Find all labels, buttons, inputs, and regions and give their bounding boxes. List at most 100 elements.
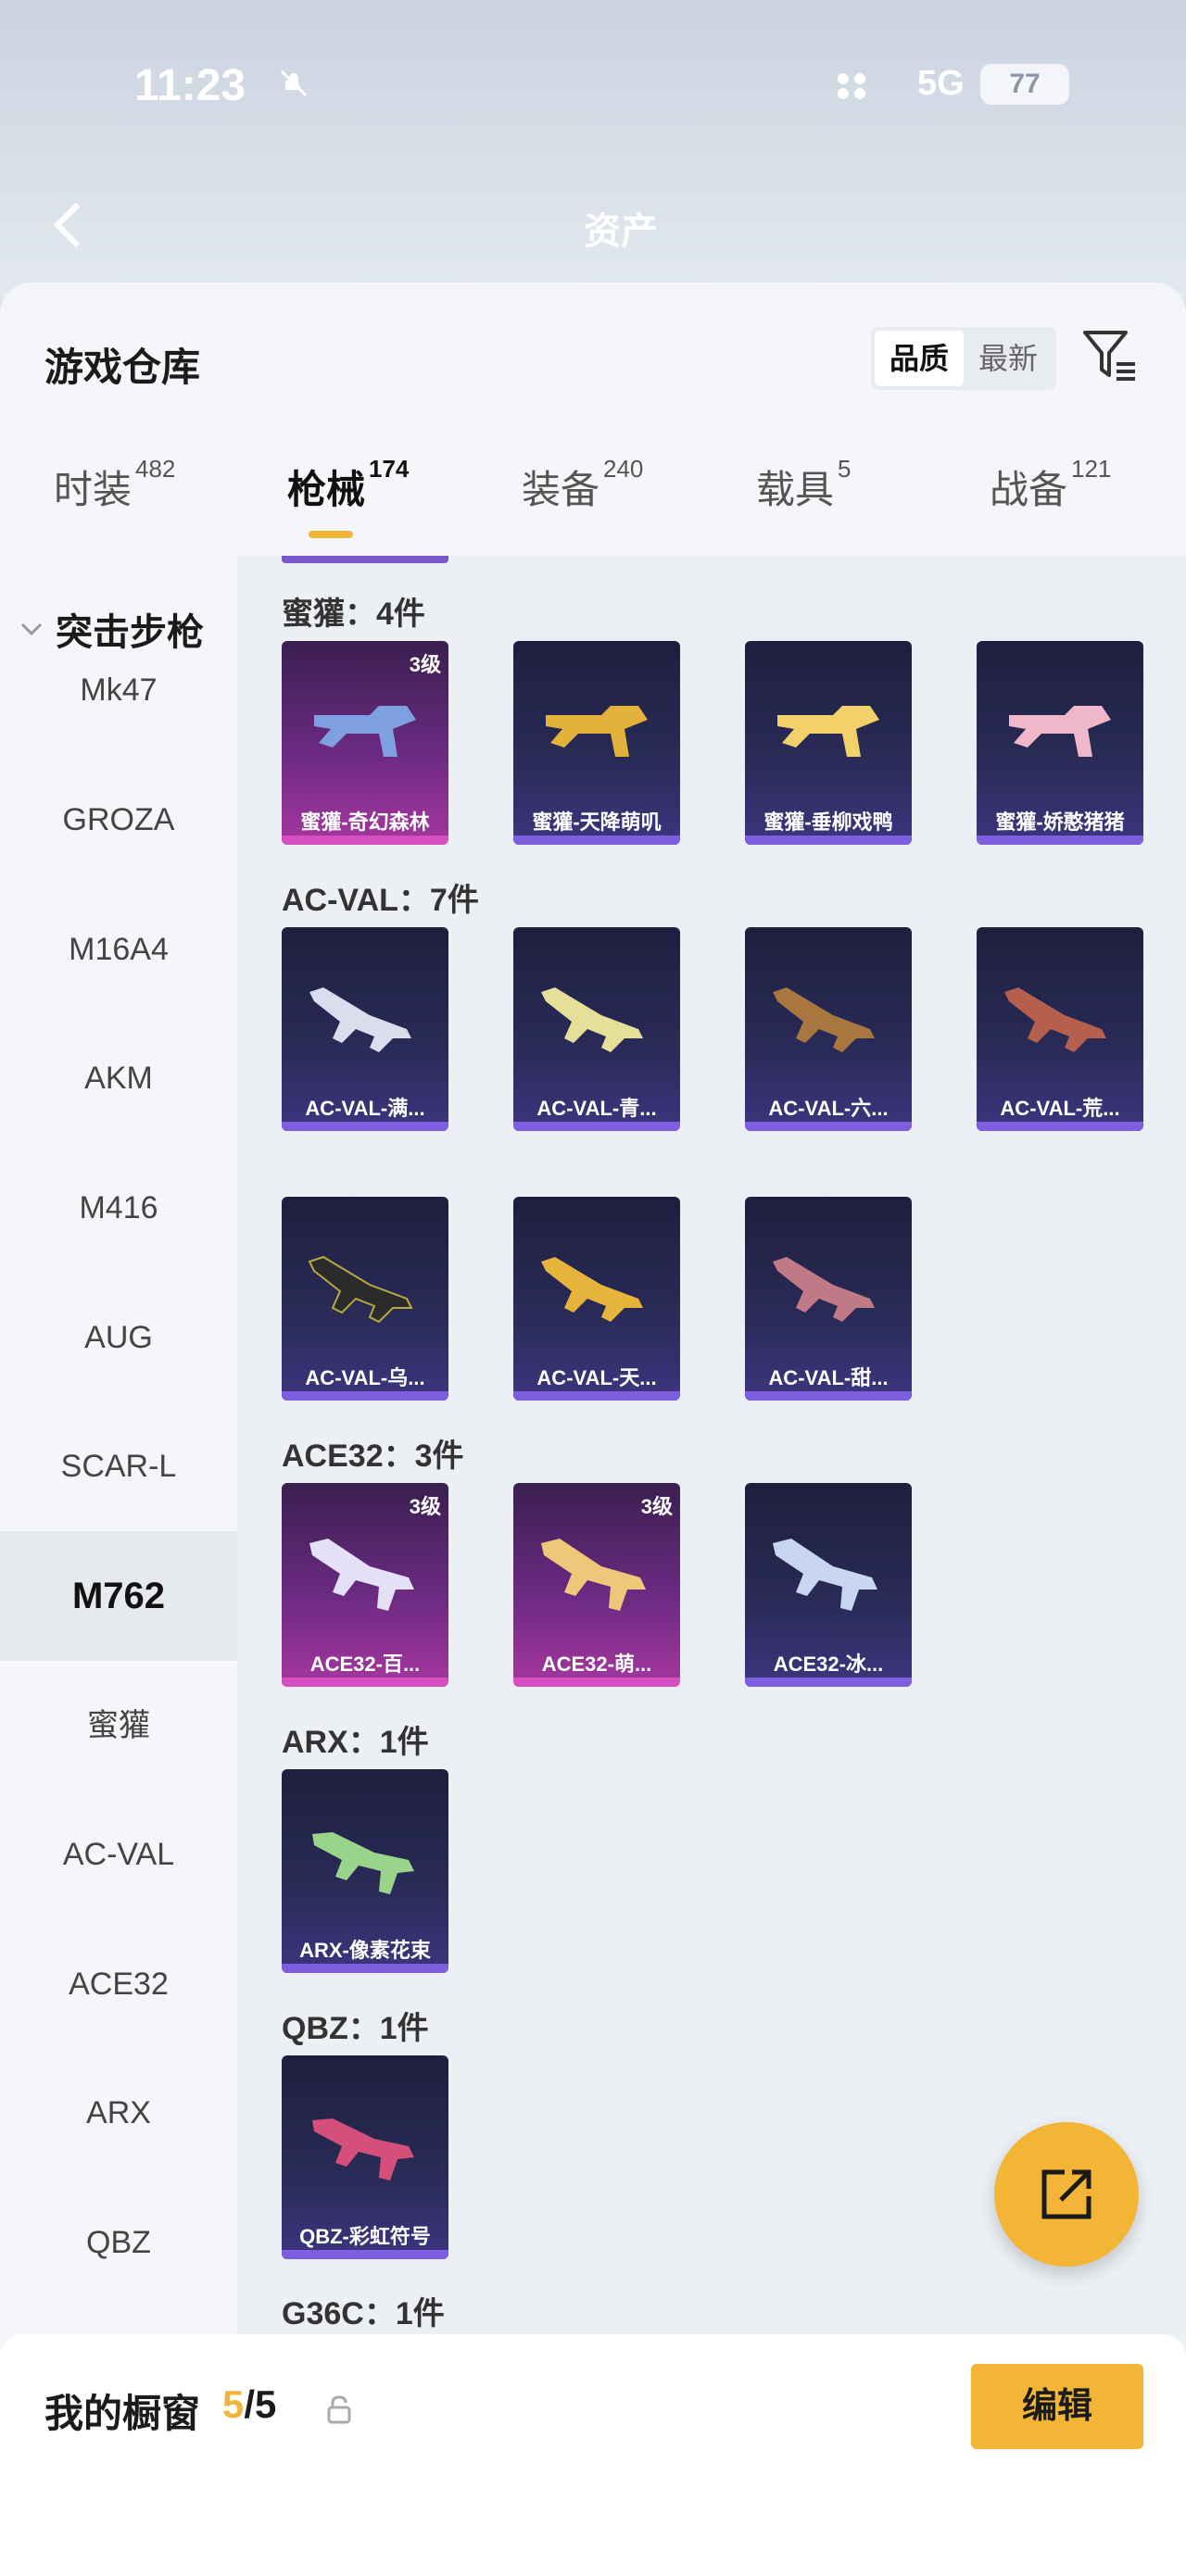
skin-card[interactable]: AC-VAL-青... <box>513 927 680 1131</box>
tab-battle-gear[interactable]: 战备 121 <box>990 455 1111 515</box>
skin-name: ARX-像素花束 <box>299 1939 431 1962</box>
rarity-bar <box>282 836 448 845</box>
mute-icon <box>280 69 308 97</box>
skin-card[interactable]: 蜜獾-天降萌叽 <box>513 641 680 845</box>
skin-card[interactable]: AC-VAL-荒... <box>977 927 1143 1131</box>
tab-count: 121 <box>1071 455 1112 483</box>
edit-button[interactable]: 编辑 <box>971 2364 1143 2449</box>
sidebar-item-m416[interactable]: M416 <box>0 1143 237 1273</box>
weapon-skin-icon <box>773 1257 875 1322</box>
sidebar-item-ac-val[interactable]: AC-VAL <box>0 1790 237 1919</box>
sidebar-item-m762[interactable]: M762 <box>0 1531 237 1661</box>
category-tabs: 时装 482 枪械 174 装备 240 载具 5 战备 121 <box>0 455 1186 551</box>
skin-name: 蜜獾-娇憨猪猪 <box>995 810 1125 834</box>
sort-newest-button[interactable]: 最新 <box>964 331 1053 386</box>
showcase-count-total: /5 <box>244 2382 277 2426</box>
sort-toggle: 品质 最新 <box>871 327 1056 390</box>
weapon-skin-icon <box>309 987 411 1052</box>
skin-name: AC-VAL-乌... <box>305 1366 425 1389</box>
rarity-bar <box>282 2250 448 2259</box>
tab-count: 174 <box>369 455 410 483</box>
rarity-bar <box>282 1391 448 1401</box>
skin-card[interactable]: AC-VAL-六... <box>745 927 912 1131</box>
skin-card[interactable]: AC-VAL-甜... <box>745 1197 912 1401</box>
sidebar-item-arx[interactable]: ARX <box>0 2048 237 2178</box>
skin-name: AC-VAL-天... <box>536 1366 657 1389</box>
weapon-skin-icon <box>309 1539 414 1611</box>
skin-list: 蜜獾：4件 3级 蜜獾-奇幻森林 蜜獾-天降萌叽 蜜獾-垂柳戏鸭 蜜獾-娇憨猪猪… <box>237 556 1186 2357</box>
sidebar-item-akm[interactable]: AKM <box>0 1013 237 1143</box>
weapon-skin-icon <box>546 706 648 757</box>
sidebar-item-m16a4[interactable]: M16A4 <box>0 885 237 1014</box>
rarity-bar <box>513 1678 680 1687</box>
showcase-count-current: 5 <box>222 2382 245 2426</box>
skin-level: 3级 <box>409 653 441 676</box>
skin-card[interactable]: ARX-像素花束 <box>282 1769 448 1973</box>
tab-label: 装备 <box>522 468 600 511</box>
back-arrow-icon[interactable] <box>46 197 93 253</box>
weapon-skin-icon <box>773 1539 877 1611</box>
lock-icon <box>327 2395 351 2424</box>
skin-name: 蜜獾-天降萌叽 <box>532 810 662 834</box>
skin-card[interactable]: 3级 蜜獾-奇幻森林 <box>282 641 448 845</box>
skin-card[interactable]: AC-VAL-乌... <box>282 1197 448 1401</box>
tab-fashion[interactable]: 时装 482 <box>54 455 175 515</box>
signal-icon <box>838 73 865 99</box>
sidebar-item-mk47[interactable]: Mk47 <box>0 625 237 755</box>
skin-name: AC-VAL-甜... <box>768 1366 889 1389</box>
tab-count: 240 <box>603 455 644 483</box>
tab-label: 枪械 <box>287 468 366 511</box>
sidebar-item-qbz[interactable]: QBZ <box>0 2178 237 2307</box>
weapon-category-sidebar: 突击步枪 Mk47 GROZA M16A4 AKM M416 AUG SCAR-… <box>0 556 237 2357</box>
skin-name: QBZ-彩虹符号 <box>299 2225 431 2248</box>
skin-name: ACE32-百... <box>309 1652 421 1676</box>
skin-name: AC-VAL-荒... <box>1000 1097 1120 1120</box>
tab-label: 载具 <box>756 468 835 511</box>
showcase-title: 我的橱窗 <box>44 2392 201 2435</box>
weapon-skin-icon <box>1009 706 1111 757</box>
skin-card[interactable]: QBZ-彩虹符号 <box>282 2055 448 2259</box>
skin-card[interactable]: 蜜獾-垂柳戏鸭 <box>745 641 912 845</box>
skin-card[interactable]: AC-VAL-满... <box>282 927 448 1131</box>
weapon-skin-icon <box>314 706 416 757</box>
skin-name: AC-VAL-满... <box>305 1097 425 1120</box>
weapon-skin-icon <box>312 1832 414 1894</box>
skin-card[interactable]: 3级 ACE32-萌... <box>513 1483 680 1687</box>
skin-level: 3级 <box>640 1495 673 1518</box>
skin-name: 蜜獾-垂柳戏鸭 <box>763 810 893 834</box>
tab-count: 482 <box>135 455 176 483</box>
rarity-bar <box>282 1678 448 1687</box>
skin-card[interactable]: AC-VAL-天... <box>513 1197 680 1401</box>
tab-vehicles[interactable]: 载具 5 <box>756 455 851 515</box>
share-button[interactable] <box>994 2122 1139 2267</box>
rarity-bar <box>745 1391 912 1401</box>
tab-label: 战备 <box>990 468 1068 511</box>
status-time: 11:23 <box>134 61 246 110</box>
sort-quality-button[interactable]: 品质 <box>875 331 964 386</box>
skin-card[interactable]: ACE32-冰... <box>745 1483 912 1687</box>
skin-card[interactable]: 3级 ACE32-百... <box>282 1483 448 1687</box>
weapon-skin-icon <box>308 1255 413 1324</box>
sidebar-item-aug[interactable]: AUG <box>0 1273 237 1402</box>
rarity-bar <box>745 836 912 845</box>
tab-firearms[interactable]: 枪械 174 <box>287 455 409 515</box>
sidebar-item-honey-badger[interactable]: 蜜獾 <box>0 1661 237 1791</box>
skin-card[interactable]: 蜜獾-娇憨猪猪 <box>977 641 1143 845</box>
group-title-g36c: G36C：1件 <box>282 2296 445 2331</box>
rarity-bar <box>513 836 680 845</box>
weapon-skin-icon <box>541 987 643 1052</box>
partial-card-strip <box>282 556 448 563</box>
filter-icon[interactable] <box>1079 325 1139 384</box>
tab-equipment[interactable]: 装备 240 <box>522 455 643 515</box>
sidebar-item-ace32[interactable]: ACE32 <box>0 1919 237 2049</box>
skin-level: 3级 <box>409 1495 441 1518</box>
weapon-skin-icon <box>541 1539 646 1611</box>
group-title-qbz: QBZ：1件 <box>282 2011 429 2046</box>
showcase-count: 5/5 <box>222 2382 276 2427</box>
sheet-title: 游戏仓库 <box>44 346 201 389</box>
nav-bar: 资产 <box>37 190 1149 264</box>
active-tab-indicator <box>309 531 353 538</box>
tab-label: 时装 <box>54 468 132 511</box>
sidebar-item-scar-l[interactable]: SCAR-L <box>0 1401 237 1531</box>
sidebar-item-groza[interactable]: GROZA <box>0 755 237 885</box>
